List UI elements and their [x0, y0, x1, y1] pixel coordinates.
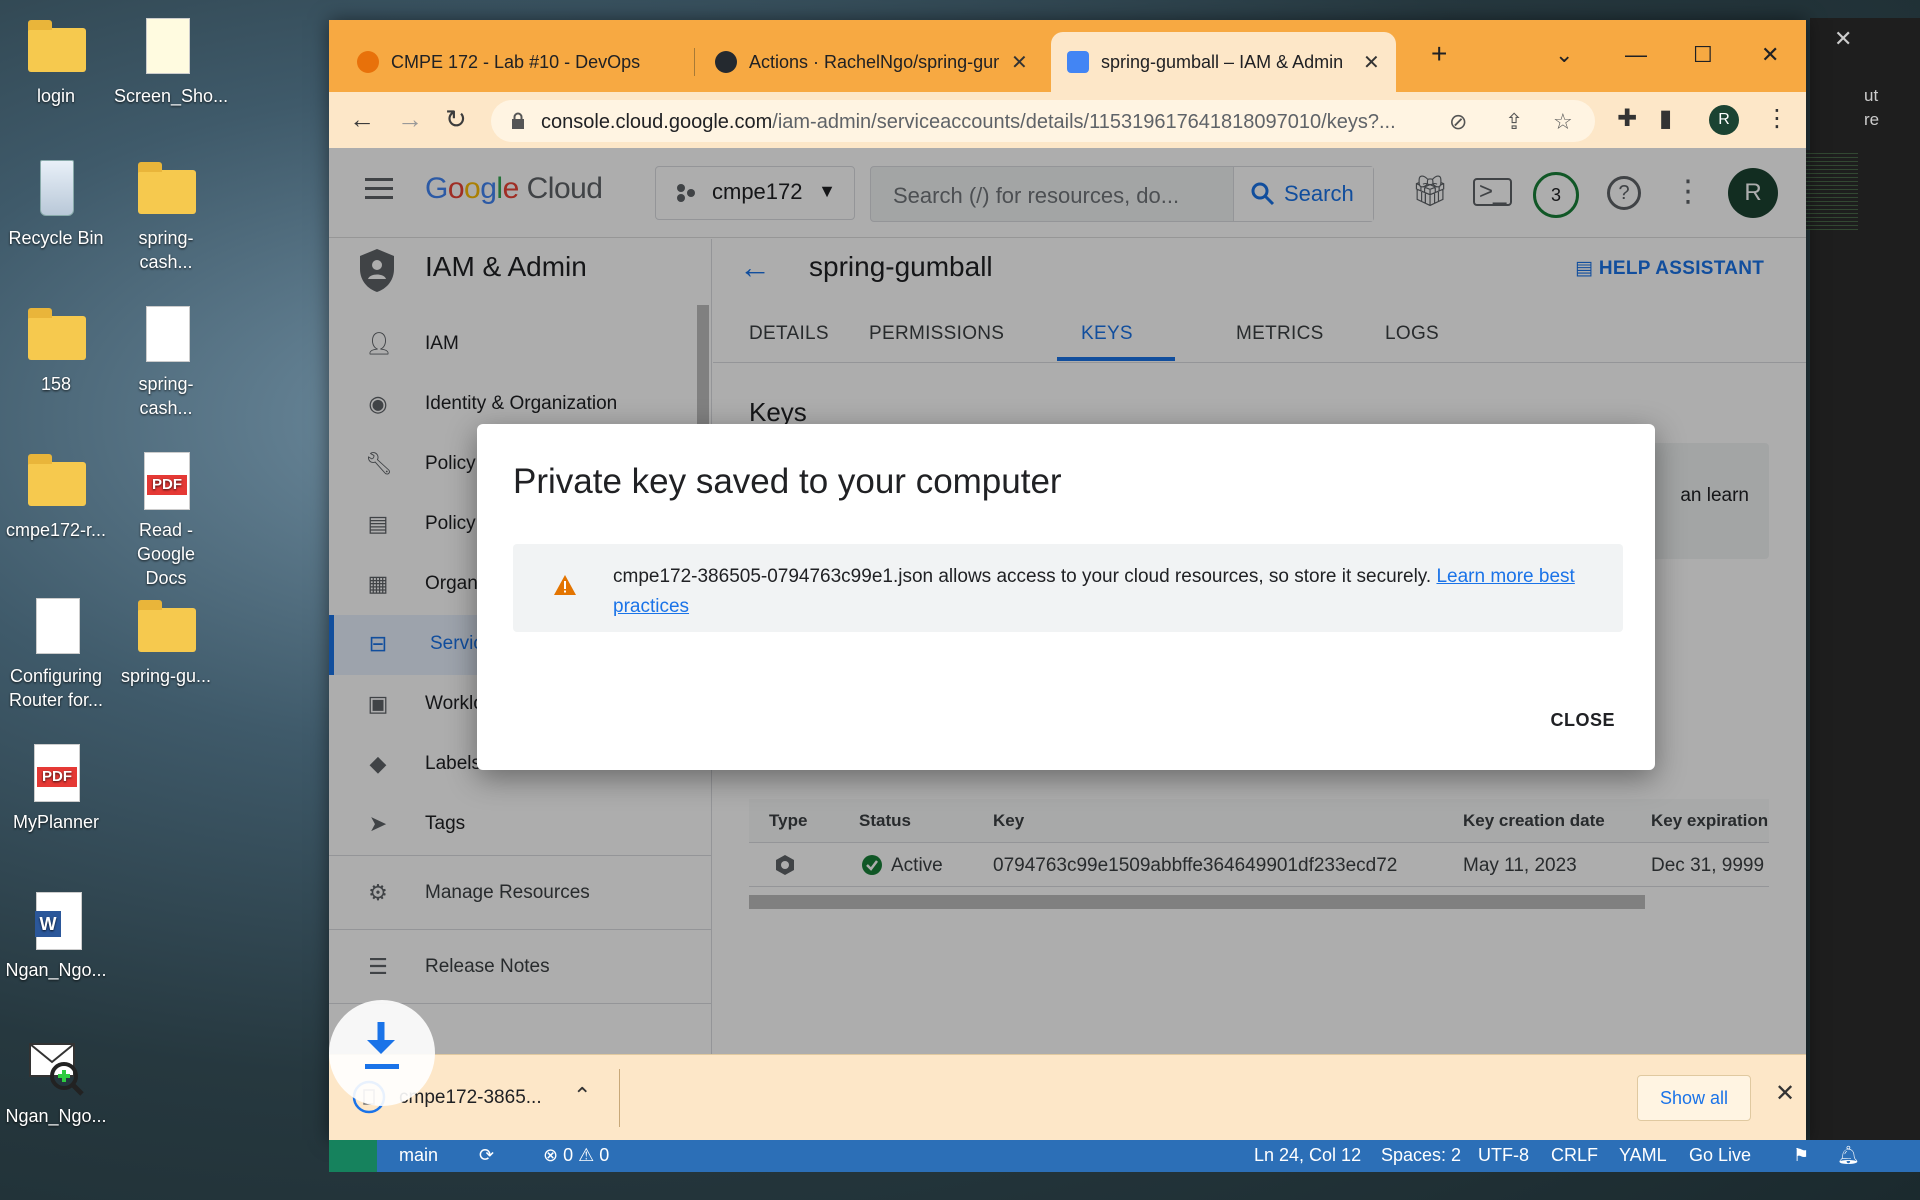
tab-close-icon[interactable]: ✕ [1363, 50, 1380, 75]
desktop-icon-ngan-ngo-mail[interactable]: Ngan_Ngo... [4, 1034, 108, 1128]
close-download-bar-icon[interactable]: ✕ [1775, 1079, 1795, 1108]
image-file-icon [146, 18, 190, 74]
desktop-icon-read-google-docs[interactable]: PDF Read - Google Docs [114, 448, 218, 590]
editor-close-icon[interactable]: ✕ [1834, 26, 1852, 52]
feedback-icon[interactable]: ⚑ [1793, 1145, 1809, 1166]
downloaded-file-name[interactable]: cmpe172-3865... [399, 1087, 542, 1109]
tab-search-chevron-icon[interactable]: ⌄ [1555, 42, 1573, 68]
go-live-button[interactable]: Go Live [1689, 1145, 1751, 1166]
word-document-icon: W [35, 892, 82, 950]
problems-indicator[interactable]: ⊗ 0 ⚠ 0 [543, 1145, 609, 1166]
browser-toolbar: ← → ↻ console.cloud.google.com/iam-admin… [329, 92, 1806, 148]
file-icon [146, 306, 190, 362]
cursor-position[interactable]: Ln 24, Col 12 [1254, 1145, 1361, 1166]
folder-icon [138, 600, 196, 652]
download-animation-badge [329, 1000, 435, 1106]
browser-tab-strip: CMPE 172 - Lab #10 - DevOps C Actions · … [329, 20, 1806, 92]
pdf-file-icon: PDF [144, 452, 190, 510]
desktop-icon-spring-cash-file[interactable]: spring-cash... [114, 302, 218, 420]
browser-profile-avatar[interactable]: R [1709, 105, 1739, 135]
private-key-dialog: Private key saved to your computer cmpe1… [477, 424, 1655, 770]
address-bar[interactable]: console.cloud.google.com/iam-admin/servi… [491, 100, 1595, 142]
warning-icon [554, 575, 576, 595]
close-button[interactable]: CLOSE [1550, 710, 1615, 731]
mail-search-icon [29, 1043, 84, 1096]
desktop-icon-ngan-ngo-word[interactable]: W Ngan_Ngo... [4, 888, 108, 982]
recycle-bin-icon [40, 160, 74, 216]
download-separator [619, 1069, 620, 1127]
extensions-puzzle-icon[interactable]: ✚ [1617, 104, 1637, 133]
line-endings[interactable]: CRLF [1551, 1145, 1598, 1166]
share-icon[interactable]: ⇪ [1505, 109, 1523, 135]
folder-icon [28, 308, 86, 360]
desktop-icon-spring-cash-folder[interactable]: spring-cash... [114, 156, 218, 274]
browser-tab-github-actions[interactable]: Actions · RachelNgo/spring-gum ✕ [699, 32, 1044, 92]
vscode-status-bar: main ⟳ ⊗ 0 ⚠ 0 Ln 24, Col 12 Spaces: 2 U… [329, 1140, 1920, 1172]
tab-close-icon[interactable]: ✕ [1011, 50, 1028, 75]
dialog-title: Private key saved to your computer [513, 462, 1062, 501]
browser-tab-cmpe172-lab[interactable]: CMPE 172 - Lab #10 - DevOps C [341, 32, 657, 92]
editor-minimap [1806, 150, 1858, 230]
chevron-up-icon[interactable]: ⌃ [573, 1083, 591, 1109]
remote-indicator-icon[interactable] [329, 1140, 377, 1172]
download-bar: cmpe172-3865... ⌃ Show all ✕ [329, 1054, 1806, 1140]
back-button[interactable]: ← [349, 104, 375, 135]
download-arrow-icon [365, 1022, 399, 1069]
desktop-icon-spring-gumball-folder[interactable]: spring-gu... [114, 594, 218, 688]
document-icon [36, 598, 80, 654]
desktop-icon-configuring-router[interactable]: Configuring Router for... [4, 594, 108, 712]
folder-icon [138, 162, 196, 214]
tab-separator [694, 48, 695, 76]
lock-icon [512, 112, 524, 129]
browser-window: CMPE 172 - Lab #10 - DevOps C Actions · … [329, 20, 1806, 1140]
desktop-icon-158[interactable]: 158 [4, 302, 108, 396]
maximize-button[interactable]: ☐ [1693, 42, 1713, 68]
new-tab-button[interactable]: + [1431, 38, 1447, 70]
indentation[interactable]: Spaces: 2 [1381, 1145, 1461, 1166]
warning-banner: cmpe172-386505-0794763c99e1.json allows … [513, 544, 1623, 632]
browser-tab-spring-gumball[interactable]: spring-gumball – IAM & Admin ✕ [1051, 32, 1396, 92]
canvas-favicon-icon [357, 51, 379, 73]
minimize-button[interactable]: — [1625, 42, 1647, 68]
side-panel-icon[interactable]: ▮ [1659, 104, 1672, 133]
git-branch[interactable]: main [399, 1145, 438, 1166]
editor-text-fragment: re [1864, 110, 1880, 129]
star-bookmark-icon[interactable]: ☆ [1553, 109, 1573, 135]
encoding[interactable]: UTF-8 [1478, 1145, 1529, 1166]
warning-text: cmpe172-386505-0794763c99e1.json allows … [613, 566, 1575, 617]
sync-icon[interactable]: ⟳ [479, 1145, 494, 1166]
desktop-icon-login[interactable]: login [4, 14, 108, 108]
url-text: console.cloud.google.com/iam-admin/servi… [541, 111, 1396, 133]
desktop-icon-screenshot[interactable]: Screen_Sho... [114, 14, 228, 108]
desktop-icon-recycle-bin[interactable]: Recycle Bin [4, 156, 108, 250]
editor-text-fragment: ut [1864, 86, 1879, 105]
pdf-file-icon: PDF [34, 744, 80, 802]
browser-menu-kebab-icon[interactable]: ⋮ [1765, 104, 1789, 133]
notifications-bell-icon[interactable]: 🔔︎ [1837, 1145, 1860, 1166]
forward-button[interactable]: → [397, 104, 423, 135]
show-all-downloads-button[interactable]: Show all [1637, 1075, 1751, 1121]
folder-icon [28, 20, 86, 72]
desktop-icon-myplanner[interactable]: PDF MyPlanner [4, 740, 108, 834]
eye-off-icon[interactable]: ⊘ [1449, 109, 1467, 135]
desktop-icon-cmpe172-folder[interactable]: cmpe172-r... [4, 448, 108, 542]
reload-button[interactable]: ↻ [445, 104, 467, 135]
language-mode[interactable]: YAML [1619, 1145, 1667, 1166]
folder-icon [28, 454, 86, 506]
github-favicon-icon [715, 51, 737, 73]
close-window-button[interactable]: ✕ [1761, 42, 1779, 68]
gcp-shield-favicon-icon [1067, 51, 1089, 73]
